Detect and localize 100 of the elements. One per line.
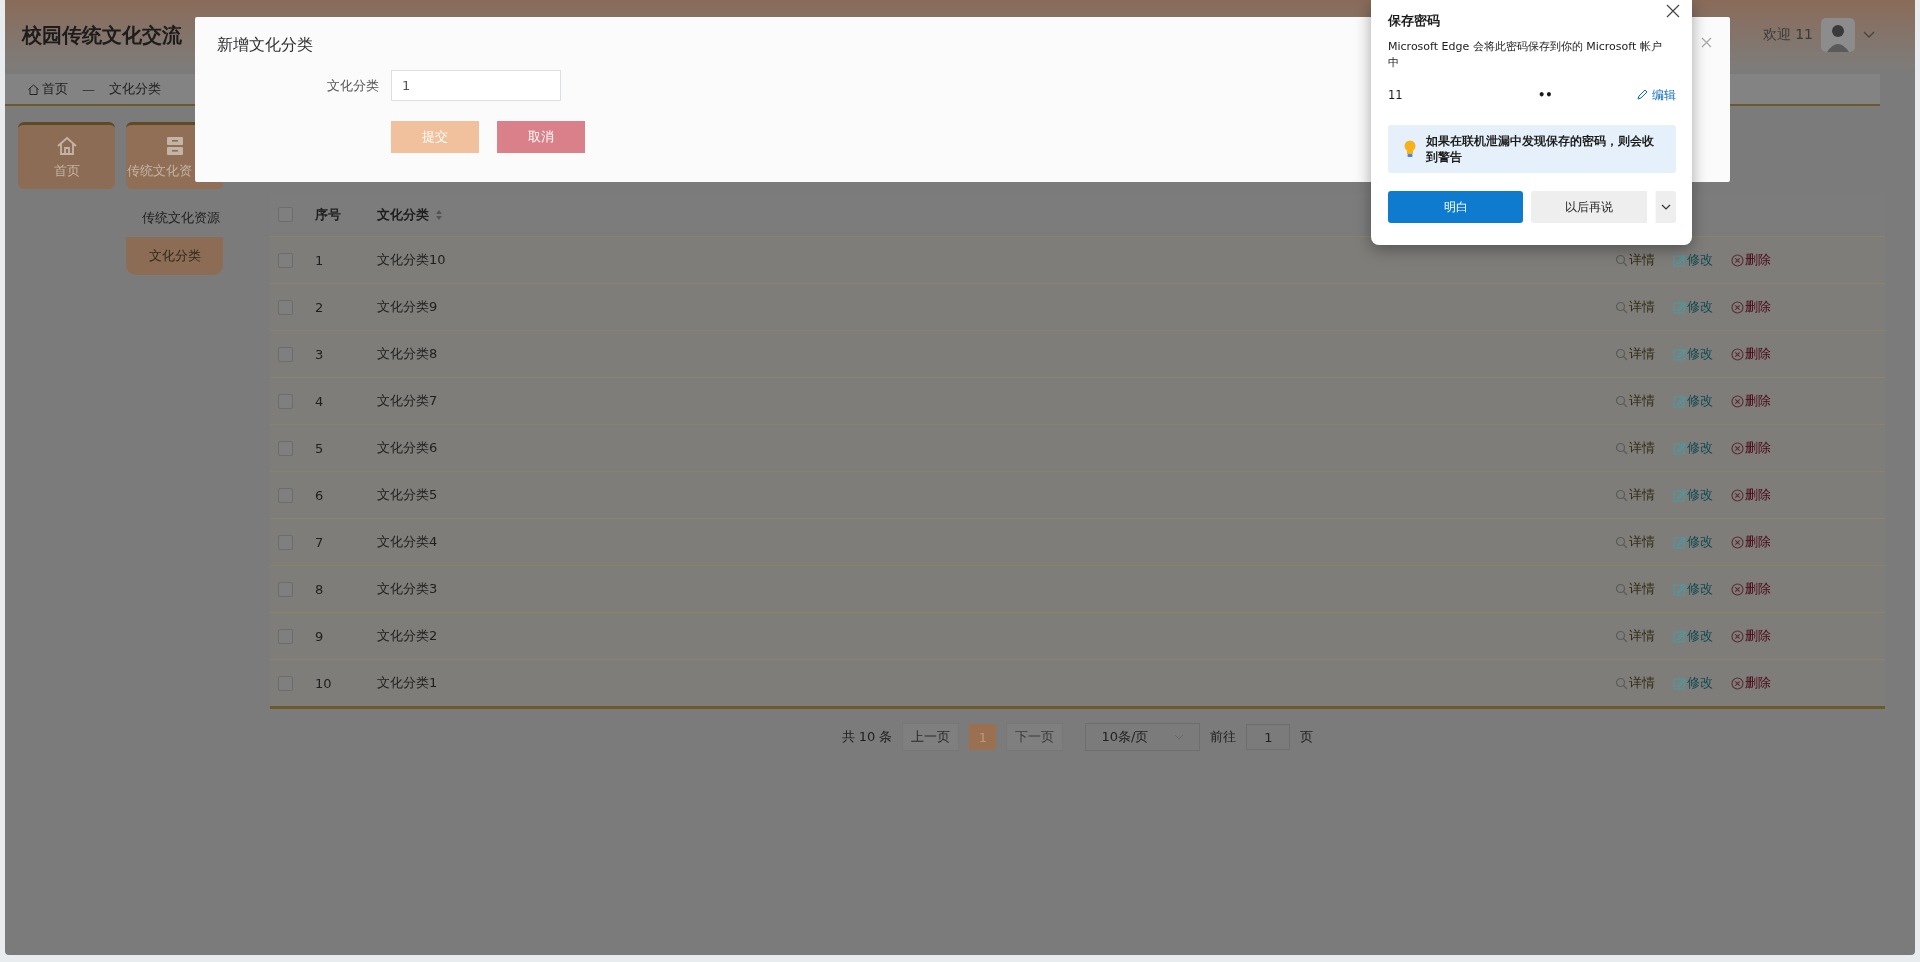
detail-link[interactable]: 详情: [1615, 298, 1655, 316]
submenu-item[interactable]: 文化分类: [126, 237, 223, 275]
edit-link[interactable]: 修改: [1673, 674, 1713, 692]
lightbulb-icon: [1404, 140, 1416, 158]
sort-icon[interactable]: [435, 208, 443, 221]
edit-link[interactable]: 修改: [1673, 627, 1713, 645]
search-icon: [1615, 394, 1628, 408]
submenu-item[interactable]: 传统文化资源: [126, 199, 236, 237]
edit-link[interactable]: 修改: [1673, 486, 1713, 504]
table-cell-text: 4: [315, 393, 325, 409]
edit-link[interactable]: 修改: [1673, 392, 1713, 410]
search-icon: [1615, 535, 1628, 549]
table-cell-text: 1: [315, 252, 325, 268]
breadcrumb-current: 文化分类: [109, 80, 161, 98]
edit-link[interactable]: 编辑: [1636, 87, 1676, 103]
table-cell: 文化分类9: [377, 298, 438, 316]
edit-icon: [1673, 347, 1686, 361]
dropdown-button[interactable]: [1655, 191, 1676, 223]
pencil-icon: [1636, 89, 1648, 101]
table-cell: 文化分类8: [377, 345, 438, 363]
edit-link[interactable]: 修改: [1673, 345, 1713, 363]
delete-link[interactable]: 删除: [1731, 298, 1771, 316]
welcome-text: 欢迎 11: [1762, 26, 1813, 44]
delete-link[interactable]: 删除: [1731, 439, 1771, 457]
table-cell-text: 5: [315, 440, 325, 456]
popup-title: 保存密码: [1388, 13, 1441, 30]
delete-icon: [1731, 253, 1744, 267]
page-size-select[interactable]: 10条/页: [1085, 723, 1201, 751]
table-cell-text: 7: [315, 534, 325, 550]
avatar-icon[interactable]: [1821, 18, 1855, 52]
edit-icon: [1673, 300, 1686, 314]
edit-icon: [1673, 394, 1686, 408]
detail-link[interactable]: 详情: [1615, 674, 1655, 692]
table-cell: 文化分类5: [377, 486, 438, 504]
edit-icon: [1673, 676, 1686, 690]
menu-tile[interactable]: 首页: [18, 122, 115, 189]
delete-icon: [1731, 441, 1744, 455]
table-cell-text: 3: [315, 346, 325, 362]
dialog-title: 新增文化分类: [217, 35, 313, 56]
delete-icon: [1731, 300, 1744, 314]
delete-icon: [1731, 676, 1744, 690]
delete-link[interactable]: 删除: [1731, 674, 1771, 692]
edit-link[interactable]: 修改: [1673, 439, 1713, 457]
breadcrumb-separator: —: [82, 81, 95, 97]
username-text: 11: [1388, 88, 1404, 102]
edit-icon: [1673, 253, 1686, 267]
delete-icon: [1731, 535, 1744, 549]
search-icon: [1615, 629, 1628, 643]
table-cell: 文化分类2: [377, 627, 438, 645]
page-input[interactable]: 1: [1246, 724, 1291, 750]
search-icon: [1615, 300, 1628, 314]
detail-link[interactable]: 详情: [1615, 533, 1655, 551]
detail-link[interactable]: 详情: [1615, 627, 1655, 645]
table-cell-text: 8: [315, 581, 325, 597]
detail-link[interactable]: 详情: [1615, 486, 1655, 504]
cancel-button[interactable]: 取消: [497, 121, 585, 153]
table-cell-text: 6: [315, 487, 325, 503]
total-count: 共 10 条: [841, 728, 893, 746]
delete-link[interactable]: 删除: [1731, 627, 1771, 645]
delete-icon: [1731, 582, 1744, 596]
chevron-down-icon[interactable]: [1863, 31, 1875, 39]
delete-link[interactable]: 删除: [1731, 580, 1771, 598]
confirm-button[interactable]: 明白: [1388, 191, 1523, 223]
delete-link[interactable]: 删除: [1731, 392, 1771, 410]
table-cell: 文化分类1: [377, 674, 438, 692]
close-icon[interactable]: [1666, 4, 1680, 18]
detail-link[interactable]: 详情: [1615, 251, 1655, 269]
edit-link[interactable]: 修改: [1673, 533, 1713, 551]
table-cell-text: 2: [315, 299, 325, 315]
later-button[interactable]: 以后再说: [1531, 191, 1648, 223]
delete-link[interactable]: 删除: [1731, 345, 1771, 363]
table-cell: 文化分类7: [377, 392, 438, 410]
search-icon: [1615, 676, 1628, 690]
delete-icon: [1731, 394, 1744, 408]
table-cell-text: 9: [315, 628, 325, 644]
table-cell: 文化分类4: [377, 533, 438, 551]
breadcrumb-link[interactable]: 首页: [27, 80, 68, 98]
popup-message: Microsoft Edge 会将此密码保存到你的 Microsoft 帐户中: [1388, 39, 1663, 71]
detail-link[interactable]: 详情: [1615, 580, 1655, 598]
edit-link[interactable]: 修改: [1673, 298, 1713, 316]
edit-link[interactable]: 修改: [1673, 580, 1713, 598]
detail-link[interactable]: 详情: [1615, 392, 1655, 410]
delete-icon: [1731, 488, 1744, 502]
input-field[interactable]: 1: [391, 70, 561, 101]
chevron-down-icon: [1661, 204, 1672, 210]
delete-link[interactable]: 删除: [1731, 251, 1771, 269]
delete-link[interactable]: 删除: [1731, 486, 1771, 504]
column-header: 序号: [315, 205, 342, 224]
edit-icon: [1673, 441, 1686, 455]
delete-icon: [1731, 347, 1744, 361]
detail-link[interactable]: 详情: [1615, 439, 1655, 457]
edit-link[interactable]: 修改: [1673, 251, 1713, 269]
edit-icon: [1673, 488, 1686, 502]
delete-link[interactable]: 删除: [1731, 533, 1771, 551]
table-cell: 文化分类10: [377, 251, 446, 269]
edit-icon: [1673, 629, 1686, 643]
detail-link[interactable]: 详情: [1615, 345, 1655, 363]
search-icon: [1615, 441, 1628, 455]
search-icon: [1615, 488, 1628, 502]
home-icon: [27, 82, 40, 96]
